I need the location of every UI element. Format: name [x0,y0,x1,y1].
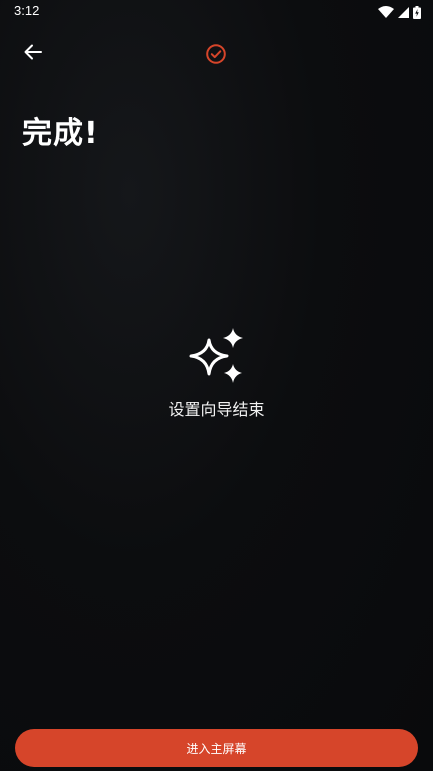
check-circle-icon [205,43,227,65]
wifi-icon [378,6,394,18]
back-button[interactable] [18,40,48,68]
page-title: 完成! [22,116,99,151]
setup-complete-screen: 3:12 完成! 设置向导结束 进入主屏幕 [0,0,433,771]
status-icons [378,4,421,20]
status-time: 3:12 [14,3,40,18]
battery-charging-icon [413,5,421,19]
status-bar: 3:12 [0,0,433,24]
signal-icon [398,6,409,18]
arrow-left-icon [24,44,42,64]
setup-finished-message: 设置向导结束 [168,400,265,419]
go-to-home-screen-button[interactable]: 进入主屏幕 [15,729,418,767]
sparkles-icon [187,326,247,386]
completion-message-block: 设置向导结束 [0,326,433,420]
